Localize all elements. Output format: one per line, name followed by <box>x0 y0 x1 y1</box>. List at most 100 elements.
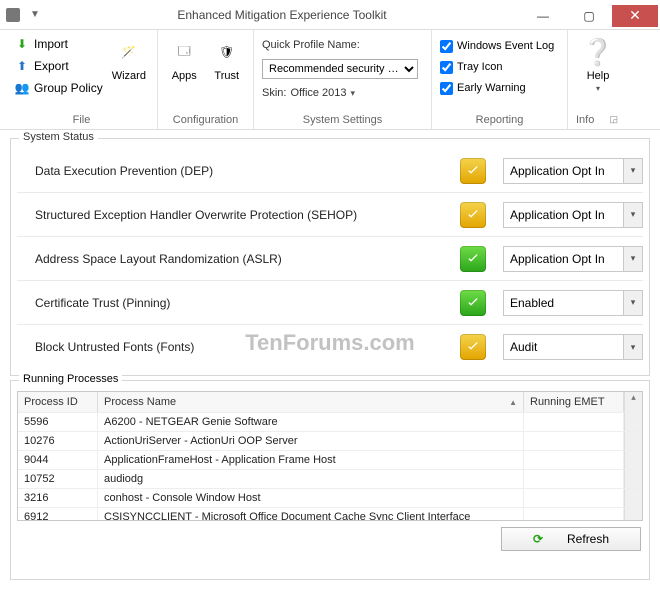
status-dropdown[interactable]: Audit▾ <box>503 334 643 360</box>
check-icon <box>460 334 486 360</box>
status-dropdown[interactable]: Application Opt In▾ <box>503 246 643 272</box>
group-reporting-label: Reporting <box>440 112 559 129</box>
table-row[interactable]: 10752audiodg <box>18 469 642 488</box>
scroll-up-icon[interactable]: ▴ <box>624 392 642 412</box>
minimize-button[interactable]: — <box>520 5 566 27</box>
status-dropdown[interactable]: Application Opt In▾ <box>503 202 643 228</box>
skin-value[interactable]: Office 2013 <box>290 87 346 99</box>
dialog-launcher-icon[interactable]: ◲ <box>609 114 620 126</box>
col-process-id[interactable]: Process ID <box>18 392 98 412</box>
close-button[interactable]: ✕ <box>612 5 658 27</box>
scrollbar[interactable] <box>624 508 642 520</box>
check-icon <box>460 246 486 272</box>
cell-name: ApplicationFrameHost - Application Frame… <box>98 451 524 469</box>
refresh-button[interactable]: ⟳ Refresh <box>501 527 641 551</box>
group-policy-button[interactable]: 👥 Group Policy <box>14 78 103 98</box>
system-status-group: System Status Data Execution Prevention … <box>10 138 650 376</box>
chevron-down-icon[interactable]: ▾ <box>623 158 643 184</box>
status-row: Address Space Layout Randomization (ASLR… <box>17 237 643 281</box>
status-value: Enabled <box>503 290 623 316</box>
table-row[interactable]: 6912CSISYNCCLIENT - Microsoft Office Doc… <box>18 507 642 520</box>
tray-icon-checkbox[interactable]: Tray Icon <box>440 57 502 77</box>
event-log-label: Windows Event Log <box>457 40 554 52</box>
import-label: Import <box>34 37 68 51</box>
group-file-label: File <box>14 112 149 129</box>
profile-select[interactable]: Recommended security … <box>262 59 418 79</box>
import-button[interactable]: ⬇ Import <box>14 34 103 54</box>
table-row[interactable]: 10276ActionUriServer - ActionUri OOP Ser… <box>18 431 642 450</box>
refresh-label: Refresh <box>567 532 609 546</box>
app-icon[interactable] <box>0 8 26 22</box>
ribbon: ⬇ Import ⬆ Export 👥 Group Policy 🪄 Wizar… <box>0 30 660 130</box>
chevron-down-icon[interactable]: ▾ <box>623 202 643 228</box>
running-processes-legend: Running Processes <box>19 373 122 385</box>
status-dropdown[interactable]: Application Opt In▾ <box>503 158 643 184</box>
status-row: Structured Exception Handler Overwrite P… <box>17 193 643 237</box>
ribbon-group-reporting: Windows Event Log Tray Icon Early Warnin… <box>432 30 568 129</box>
maximize-button[interactable]: ▢ <box>566 5 612 27</box>
export-button[interactable]: ⬆ Export <box>14 56 103 76</box>
ribbon-group-configuration: 🗔 Apps 🛡 Trust Configuration <box>158 30 254 129</box>
status-dropdown[interactable]: Enabled▾ <box>503 290 643 316</box>
scrollbar[interactable] <box>624 451 642 469</box>
group-policy-label: Group Policy <box>34 81 103 95</box>
wizard-button[interactable]: 🪄 Wizard <box>109 34 149 82</box>
running-processes-group: Running Processes Process ID Process Nam… <box>10 380 650 580</box>
group-policy-icon: 👥 <box>14 80 30 96</box>
table-row[interactable]: 9044ApplicationFrameHost - Application F… <box>18 450 642 469</box>
col-process-name[interactable]: Process Name▲ <box>98 392 524 412</box>
cell-emet <box>524 470 624 488</box>
status-value: Application Opt In <box>503 246 623 272</box>
cell-pid: 10752 <box>18 470 98 488</box>
status-icon <box>443 334 503 360</box>
ribbon-group-system-settings: Quick Profile Name: Recommended security… <box>254 30 432 129</box>
group-syssettings-label: System Settings <box>262 112 423 129</box>
cell-emet <box>524 451 624 469</box>
sort-asc-icon: ▲ <box>509 398 517 407</box>
cell-pid: 9044 <box>18 451 98 469</box>
table-row[interactable]: 3216conhost - Console Window Host <box>18 488 642 507</box>
apps-button[interactable]: 🗔 Apps <box>166 34 203 82</box>
check-icon <box>460 290 486 316</box>
cell-name: CSISYNCCLIENT - Microsoft Office Documen… <box>98 508 524 520</box>
event-log-checkbox[interactable]: Windows Event Log <box>440 36 554 56</box>
status-value: Application Opt In <box>503 202 623 228</box>
chevron-down-icon[interactable]: ▾ <box>623 246 643 272</box>
scrollbar[interactable] <box>624 470 642 488</box>
help-icon: ❔ <box>582 36 614 68</box>
col-running-emet[interactable]: Running EMET <box>524 392 624 412</box>
status-label: Address Space Layout Randomization (ASLR… <box>17 252 443 266</box>
wizard-label: Wizard <box>112 70 146 82</box>
check-icon <box>460 202 486 228</box>
status-icon <box>443 202 503 228</box>
status-row: Data Execution Prevention (DEP)Applicati… <box>17 149 643 193</box>
early-warning-input[interactable] <box>440 82 453 95</box>
check-icon <box>460 158 486 184</box>
status-label: Block Untrusted Fonts (Fonts) <box>17 340 443 354</box>
status-icon <box>443 246 503 272</box>
grid-body[interactable]: 5596A6200 - NETGEAR Genie Software10276A… <box>18 412 642 520</box>
profile-label: Quick Profile Name: <box>262 39 360 51</box>
export-icon: ⬆ <box>14 58 30 74</box>
chevron-down-icon[interactable]: ▾ <box>623 334 643 360</box>
ribbon-group-file: ⬇ Import ⬆ Export 👥 Group Policy 🪄 Wizar… <box>6 30 158 129</box>
event-log-input[interactable] <box>440 40 453 53</box>
early-warning-checkbox[interactable]: Early Warning <box>440 78 526 98</box>
grid-header: Process ID Process Name▲ Running EMET ▴ <box>18 392 642 412</box>
scrollbar[interactable] <box>624 432 642 450</box>
help-button[interactable]: ❔ Help ▾ <box>576 34 620 93</box>
table-row[interactable]: 5596A6200 - NETGEAR Genie Software <box>18 412 642 431</box>
scrollbar[interactable] <box>624 413 642 431</box>
trust-button[interactable]: 🛡 Trust <box>209 34 246 82</box>
group-info-label: Info <box>576 114 594 126</box>
apps-icon: 🗔 <box>168 36 200 68</box>
scrollbar[interactable] <box>624 489 642 507</box>
chevron-down-icon[interactable]: ▾ <box>596 84 600 93</box>
ribbon-toggle-icon[interactable]: ▼ <box>26 9 44 20</box>
cell-name: ActionUriServer - ActionUri OOP Server <box>98 432 524 450</box>
chevron-down-icon[interactable]: ▾ <box>623 290 643 316</box>
status-value: Application Opt In <box>503 158 623 184</box>
chevron-down-icon[interactable]: ▾ <box>351 88 356 99</box>
cell-emet <box>524 413 624 431</box>
tray-icon-input[interactable] <box>440 61 453 74</box>
